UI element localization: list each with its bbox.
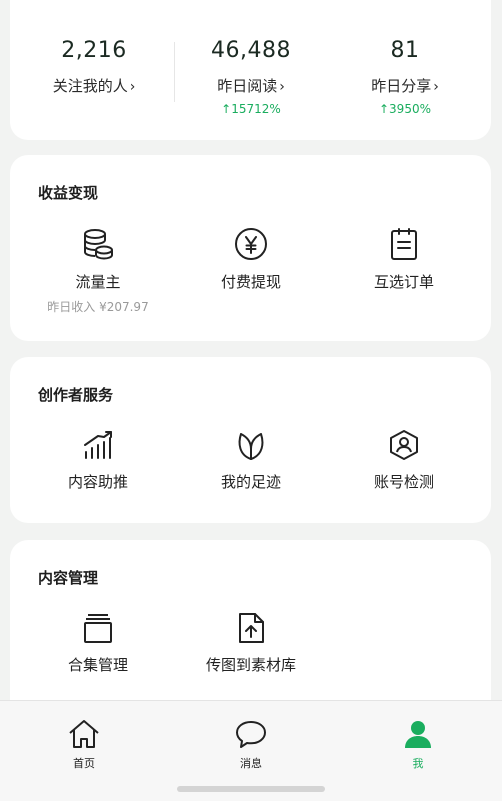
home-indicator	[177, 786, 325, 792]
item-label: 账号检测	[373, 473, 434, 491]
chevron-right-icon: ›	[433, 79, 439, 95]
leaf-icon	[238, 433, 264, 460]
followers-stat[interactable]: 2,216 关注我的人 ›	[14, 38, 174, 96]
nav-label: 首页	[73, 757, 95, 770]
collection-icon	[84, 614, 112, 643]
item-label: 流量主	[75, 273, 121, 291]
reads-stat[interactable]: 46,488 昨日阅读 › ↑15712%	[171, 38, 331, 116]
shares-count: 81	[390, 38, 420, 63]
chevron-right-icon: ›	[279, 79, 285, 95]
item-label: 合集管理	[67, 656, 128, 674]
reads-count: 46,488	[211, 38, 291, 63]
message-icon	[236, 721, 266, 748]
traffic-owner-item[interactable]: 流量主 昨日收入 ¥207.97	[18, 227, 178, 315]
coins-icon	[84, 229, 113, 260]
mutual-order-item[interactable]: 互选订单	[324, 227, 484, 292]
item-label: 传图到素材库	[205, 656, 296, 674]
section-title: 收益变现	[38, 184, 99, 202]
paid-withdraw-item[interactable]: 付费提现	[171, 227, 331, 292]
reads-delta: 15712%	[231, 102, 281, 116]
nav-messages[interactable]: 消息	[191, 719, 311, 771]
income-card: 收益变现 流量主 昨日收入 ¥207.97 付费提现 互选订单	[10, 155, 491, 341]
shares-stat[interactable]: 81 昨日分享 › ↑3950%	[325, 38, 485, 116]
home-icon	[69, 720, 99, 748]
followers-label: 关注我的人	[52, 77, 128, 95]
account-check-icon	[390, 430, 418, 460]
shares-label: 昨日分享	[371, 77, 432, 95]
upload-file-icon	[239, 613, 264, 643]
item-label: 互选订单	[373, 273, 434, 291]
item-label: 我的足迹	[220, 473, 281, 491]
growth-chart-icon	[84, 431, 112, 459]
item-label: 付费提现	[220, 273, 281, 291]
followers-count: 2,216	[61, 38, 127, 63]
nav-me[interactable]: 我	[358, 719, 478, 771]
reads-label: 昨日阅读	[217, 77, 278, 95]
item-label: 内容助推	[67, 473, 128, 491]
up-arrow-icon: ↑	[221, 102, 232, 116]
up-arrow-icon: ↑	[378, 102, 390, 116]
nav-label: 消息	[240, 757, 262, 770]
upload-to-library-item[interactable]: 传图到素材库	[171, 612, 331, 675]
chevron-right-icon: ›	[129, 79, 136, 95]
account-check-item[interactable]: 账号检测	[324, 429, 484, 492]
collection-manage-item[interactable]: 合集管理	[18, 612, 178, 675]
section-title: 内容管理	[38, 569, 99, 587]
order-icon	[391, 228, 417, 260]
shares-delta: 3950%	[389, 102, 431, 116]
stats-card: 2,216 关注我的人 › 46,488 昨日阅读 › ↑15712% 81 昨日分…	[10, 0, 491, 140]
nav-home[interactable]: 首页	[24, 719, 144, 771]
nav-label: 我	[412, 757, 424, 770]
yen-icon	[235, 228, 267, 260]
yesterday-income: 昨日收入 ¥207.97	[47, 300, 149, 314]
content-boost-item[interactable]: 内容助推	[18, 429, 178, 492]
person-icon	[405, 721, 431, 748]
creator-services-card: 创作者服务 内容助推 我的足迹 账号检测	[10, 357, 491, 523]
my-footprint-item[interactable]: 我的足迹	[171, 429, 331, 492]
section-title: 创作者服务	[38, 386, 114, 404]
